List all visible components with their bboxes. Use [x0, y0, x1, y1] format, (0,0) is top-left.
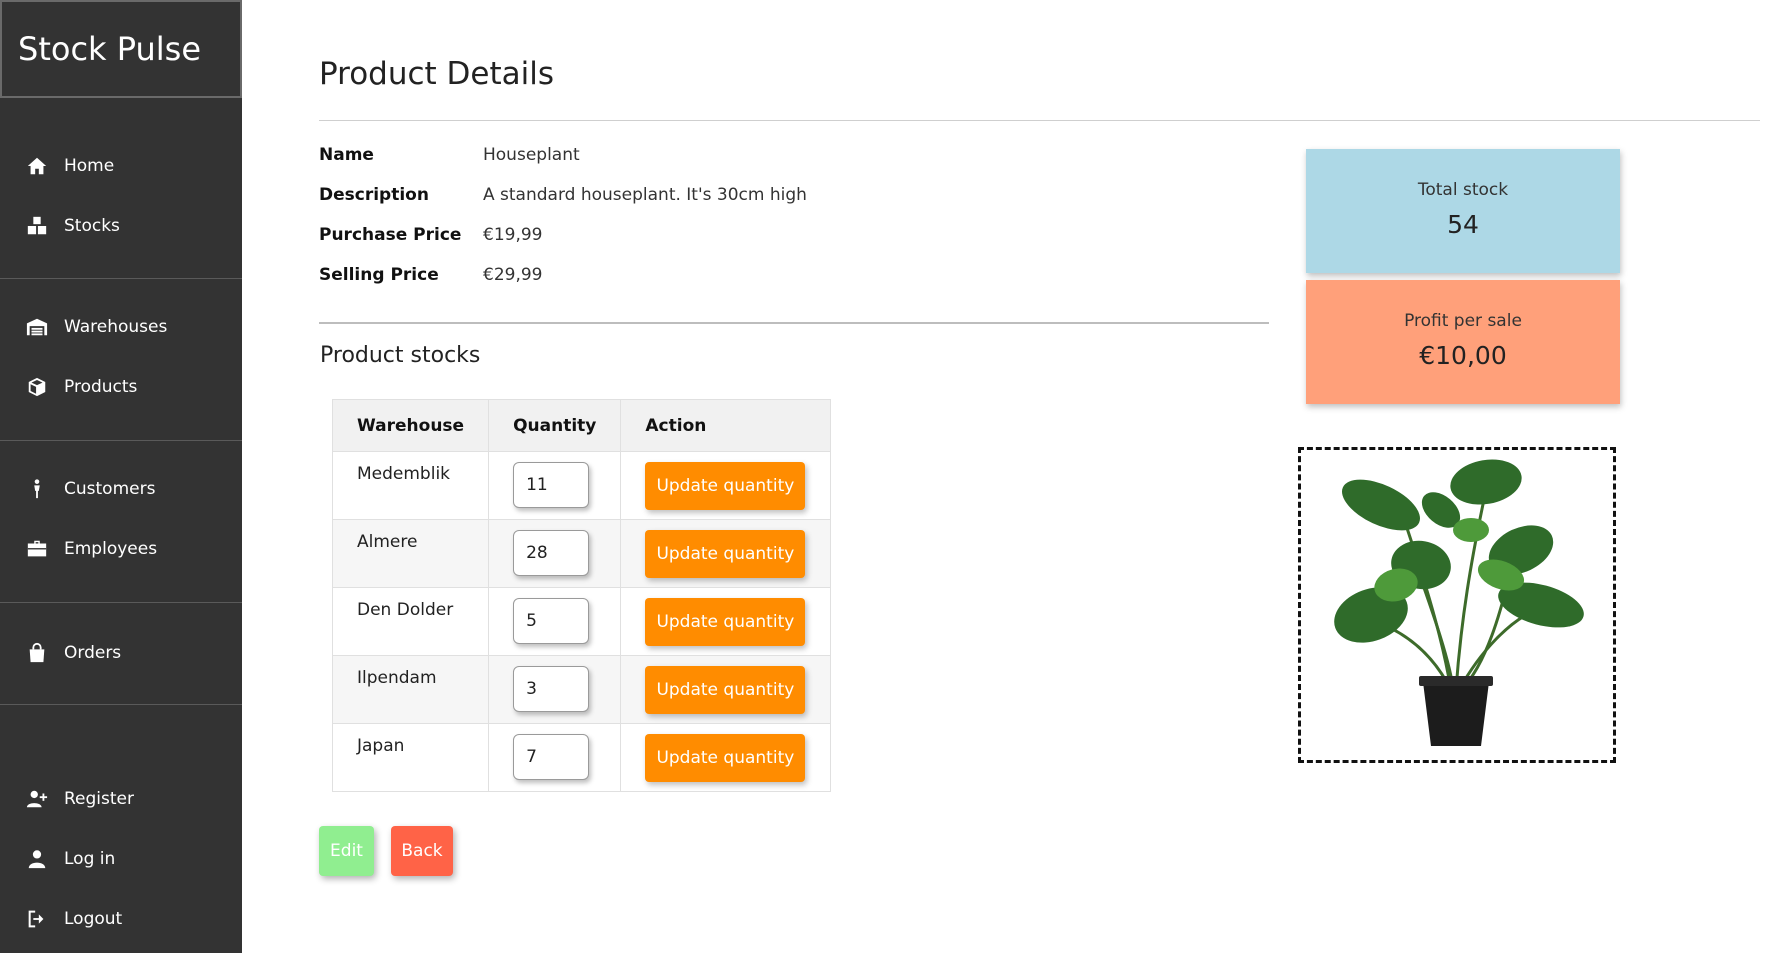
- divider: [319, 120, 1760, 121]
- table-row: Ilpendam Update quantity: [331, 655, 832, 724]
- sidebar-item-stocks[interactable]: Stocks: [0, 204, 242, 248]
- quantity-cell: [488, 519, 622, 588]
- sidebar-item-orders[interactable]: Orders: [0, 631, 242, 675]
- detail-row-description: Description A standard houseplant. It's …: [319, 180, 807, 210]
- quantity-cell: [488, 451, 622, 520]
- sidebar-item-label: Register: [64, 789, 134, 809]
- sidebar-item-label: Products: [64, 377, 138, 397]
- quantity-cell: [488, 723, 622, 792]
- box-icon: [24, 374, 50, 400]
- action-cell: Update quantity: [620, 587, 832, 656]
- update-quantity-button[interactable]: Update quantity: [645, 462, 806, 510]
- detail-value: Houseplant: [483, 145, 580, 165]
- warehouse-cell: Medemblik: [331, 451, 490, 520]
- detail-label: Selling Price: [319, 265, 439, 285]
- person-icon: [24, 476, 50, 502]
- back-button[interactable]: Back: [391, 826, 453, 876]
- quantity-input[interactable]: [513, 462, 590, 508]
- table-row: Medemblik Update quantity: [331, 451, 832, 520]
- total-stock-card: Total stock 54: [1306, 149, 1620, 273]
- sidebar: Stock Pulse Home Stocks Warehouses Produ…: [0, 0, 242, 953]
- action-cell: Update quantity: [620, 451, 832, 520]
- detail-label: Description: [319, 185, 429, 205]
- sidebar-item-label: Stocks: [64, 216, 120, 236]
- stocks-table: Warehouse Quantity Action Medemblik Upda…: [331, 399, 832, 792]
- sidebar-item-employees[interactable]: Employees: [0, 527, 242, 571]
- houseplant-image: [1334, 459, 1584, 746]
- section-title: Product stocks: [320, 343, 481, 368]
- quantity-input[interactable]: [513, 598, 590, 644]
- sidebar-item-label: Log in: [64, 849, 116, 869]
- table-row: Japan Update quantity: [331, 723, 832, 792]
- detail-value: €19,99: [483, 225, 543, 245]
- app-title: Stock Pulse: [0, 0, 242, 98]
- sidebar-item-warehouses[interactable]: Warehouses: [0, 305, 242, 349]
- sidebar-item-label: Employees: [64, 539, 158, 559]
- sidebar-item-label: Customers: [64, 479, 156, 499]
- nav-group-people: Customers Employees: [0, 441, 242, 603]
- column-header: Action: [620, 399, 832, 452]
- home-icon: [24, 153, 50, 179]
- page-title: Product Details: [319, 56, 555, 92]
- detail-label: Name: [319, 145, 374, 165]
- sidebar-item-products[interactable]: Products: [0, 365, 242, 409]
- warehouse-cell: Almere: [331, 519, 490, 588]
- product-image: [1298, 447, 1616, 763]
- action-cell: Update quantity: [620, 723, 832, 792]
- user-icon: [24, 846, 50, 872]
- total-stock-label: Total stock: [1417, 180, 1509, 200]
- sidebar-item-customers[interactable]: Customers: [0, 467, 242, 511]
- edit-button[interactable]: Edit: [319, 826, 374, 876]
- quantity-cell: [488, 655, 622, 724]
- sidebar-item-logout[interactable]: Logout: [0, 897, 242, 941]
- action-cell: Update quantity: [620, 655, 832, 724]
- sidebar-item-register[interactable]: Register: [0, 777, 242, 821]
- detail-row-purchase-price: Purchase Price €19,99: [319, 220, 542, 250]
- shopping-bag-icon: [24, 640, 50, 666]
- detail-label: Purchase Price: [319, 225, 462, 245]
- logout-icon: [24, 906, 50, 932]
- update-quantity-button[interactable]: Update quantity: [645, 734, 806, 782]
- column-header: Quantity: [488, 399, 622, 452]
- table-row: Den Dolder Update quantity: [331, 587, 832, 656]
- warehouse-cell: Ilpendam: [331, 655, 490, 724]
- profit-value: €10,00: [1419, 341, 1507, 370]
- sidebar-item-home[interactable]: Home: [0, 144, 242, 188]
- detail-value: A standard houseplant. It's 30cm high: [483, 185, 807, 205]
- nav-group-main: Home Stocks: [0, 98, 242, 279]
- total-stock-value: 54: [1447, 210, 1479, 239]
- action-cell: Update quantity: [620, 519, 832, 588]
- sidebar-item-label: Warehouses: [64, 317, 168, 337]
- warehouse-cell: Den Dolder: [331, 587, 490, 656]
- sidebar-item-label: Logout: [64, 909, 123, 929]
- nav-group-orders: Orders: [0, 603, 242, 705]
- nav-group-inventory: Warehouses Products: [0, 279, 242, 441]
- quantity-input[interactable]: [513, 530, 590, 576]
- sidebar-item-login[interactable]: Log in: [0, 837, 242, 881]
- detail-value: €29,99: [483, 265, 543, 285]
- detail-row-name: Name Houseplant: [319, 140, 580, 170]
- detail-row-selling-price: Selling Price €29,99: [319, 260, 542, 290]
- profit-label: Profit per sale: [1404, 311, 1522, 331]
- boxes-icon: [24, 213, 50, 239]
- divider: [319, 322, 1269, 324]
- warehouse-icon: [24, 314, 50, 340]
- column-header: Warehouse: [331, 399, 490, 452]
- sidebar-item-label: Orders: [64, 643, 122, 663]
- user-plus-icon: [24, 786, 50, 812]
- update-quantity-button[interactable]: Update quantity: [645, 666, 806, 714]
- sidebar-item-label: Home: [64, 156, 115, 176]
- profit-card: Profit per sale €10,00: [1306, 280, 1620, 404]
- table-header-row: Warehouse Quantity Action: [331, 399, 832, 452]
- quantity-input[interactable]: [513, 734, 590, 780]
- warehouse-cell: Japan: [331, 723, 490, 792]
- update-quantity-button[interactable]: Update quantity: [645, 598, 806, 646]
- table-row: Almere Update quantity: [331, 519, 832, 588]
- update-quantity-button[interactable]: Update quantity: [645, 530, 806, 578]
- quantity-cell: [488, 587, 622, 656]
- quantity-input[interactable]: [513, 666, 590, 712]
- briefcase-icon: [24, 536, 50, 562]
